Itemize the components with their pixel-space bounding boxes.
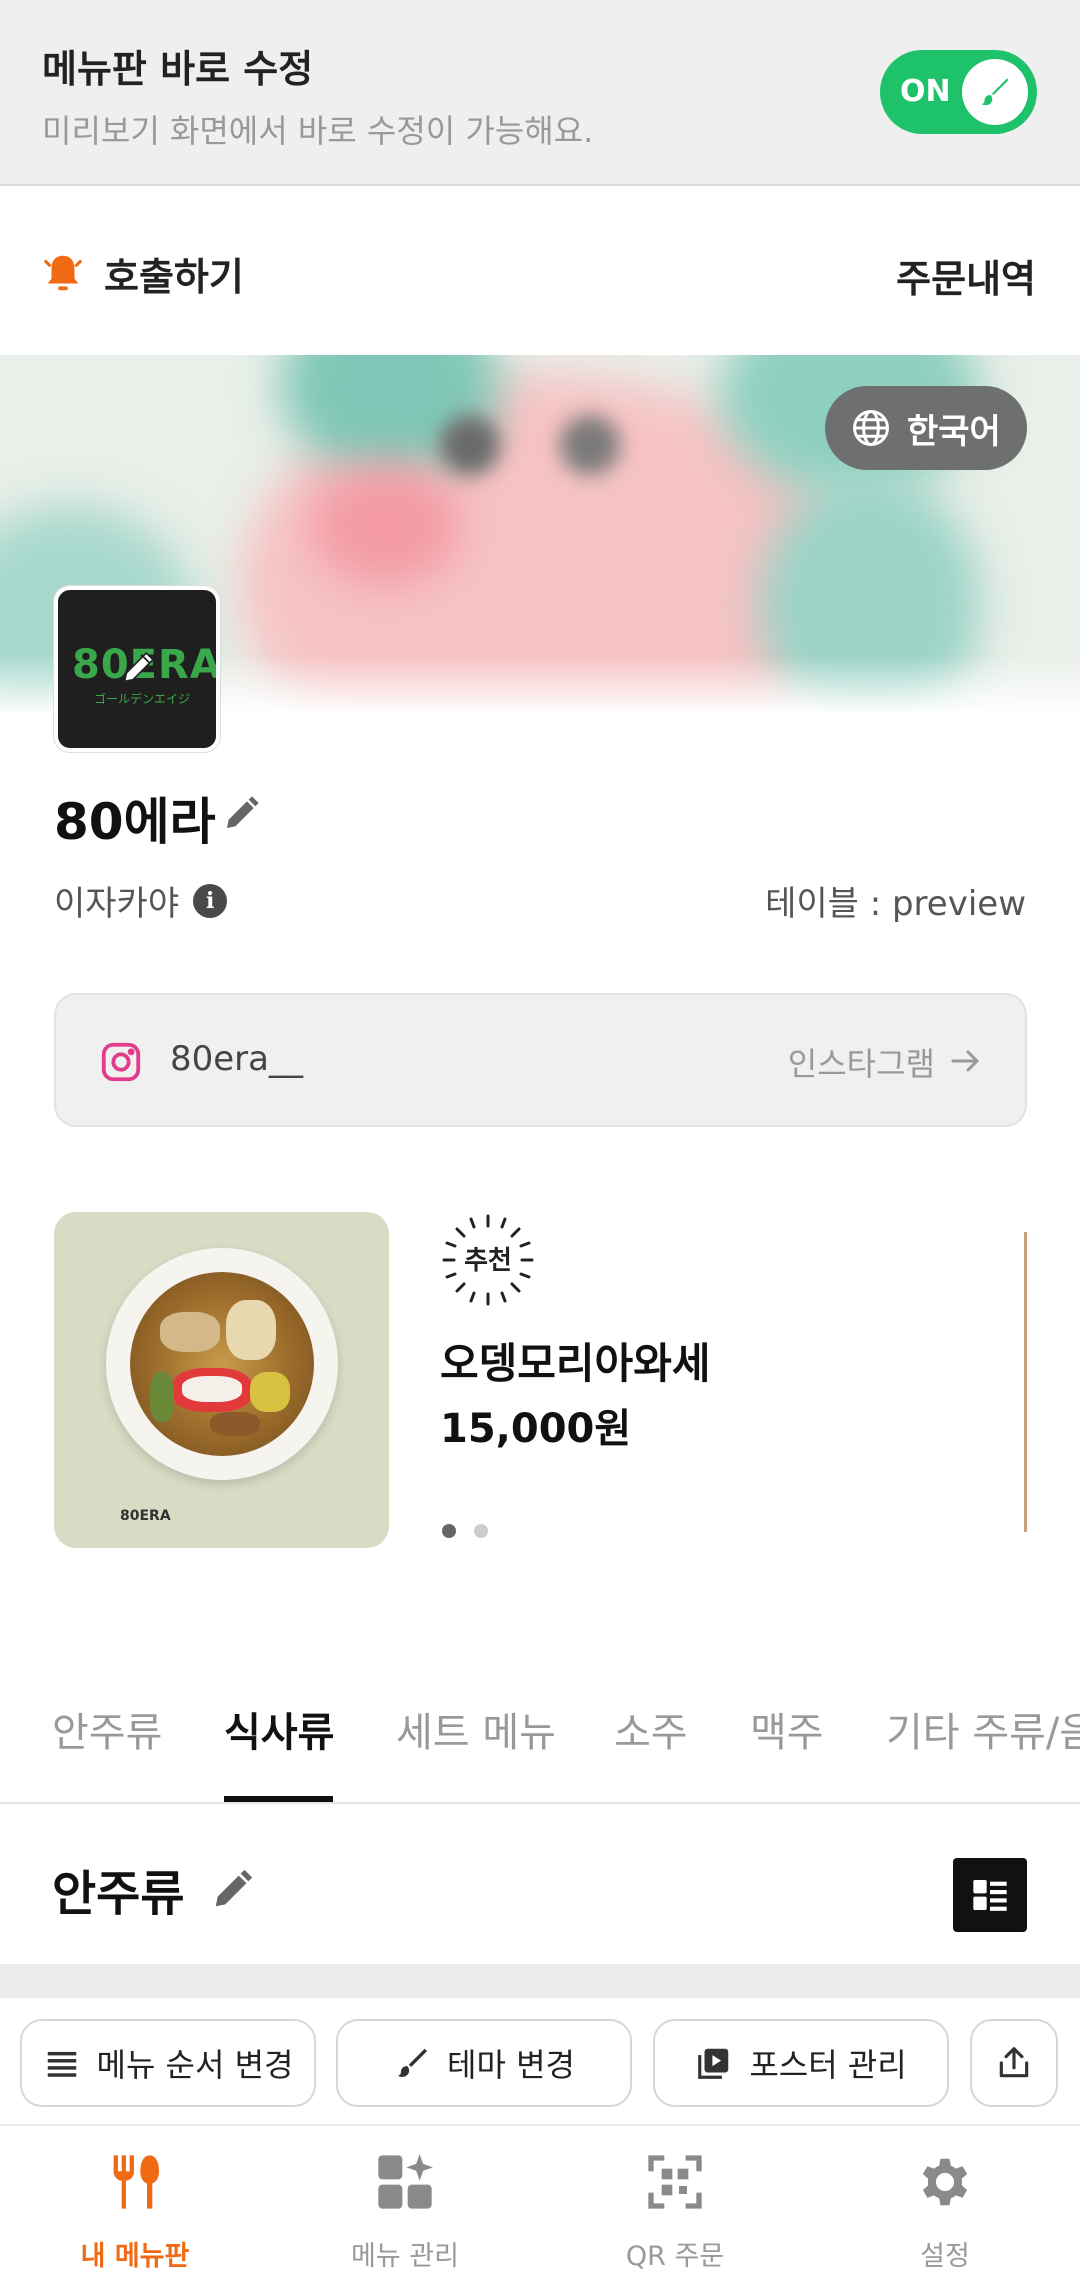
edit-mode-toggle[interactable]: ON	[880, 50, 1037, 134]
carousel-dot-active[interactable]	[442, 1524, 456, 1538]
instagram-link-label: 인스타그램	[787, 1045, 935, 1083]
store-category: 이자카야 i	[54, 876, 228, 925]
tab-appetizers[interactable]: 안주류	[52, 1700, 162, 1758]
action-bar: 메뉴 순서 변경 테마 변경 포스터 관리	[0, 1998, 1080, 2124]
reorder-menu-button[interactable]: 메뉴 순서 변경	[20, 2019, 316, 2107]
call-staff-button[interactable]: 호출하기	[40, 246, 244, 300]
edit-mode-bar: 메뉴판 바로 수정 미리보기 화면에서 바로 수정이 가능해요. ON	[0, 0, 1080, 186]
logo-subtext: ゴールデンエイジ	[94, 692, 191, 706]
bottom-navigation: 내 메뉴판 메뉴 관리 QR 주문 설정	[0, 2124, 1080, 2281]
gear-icon	[922, 2158, 968, 2206]
language-selector[interactable]: 한국어	[825, 386, 1027, 470]
edit-name-icon[interactable]	[222, 793, 262, 833]
nav-settings[interactable]: 설정	[810, 2126, 1080, 2281]
featured-image-caption: 80ERA	[120, 1508, 171, 1524]
tab-soju[interactable]: 소주	[614, 1700, 688, 1758]
qr-icon	[648, 2155, 702, 2209]
toggle-label: ON	[900, 74, 951, 109]
change-theme-label: 테마 변경	[447, 2046, 575, 2084]
nav-label: QR 주문	[625, 2241, 725, 2272]
bell-icon	[44, 255, 82, 291]
edit-mode-subtitle: 미리보기 화면에서 바로 수정이 가능해요.	[42, 112, 594, 150]
grid-sparkle-icon	[378, 2154, 433, 2209]
pencil-icon	[123, 651, 155, 683]
order-history-button[interactable]: 주문내역	[896, 248, 1036, 303]
food-bowl	[106, 1248, 338, 1480]
featured-menu-price: 15,000원	[440, 1406, 632, 1452]
poster-manage-label: 포스터 관리	[749, 2046, 907, 2084]
nav-label: 설정	[920, 2241, 970, 2272]
language-label: 한국어	[907, 411, 1001, 452]
nav-label: 메뉴 관리	[351, 2241, 459, 2272]
instagram-link[interactable]: 80era__ 인스타그램	[54, 993, 1027, 1127]
edit-mode-title: 메뉴판 바로 수정	[42, 47, 314, 91]
view-mode-button[interactable]	[953, 1858, 1027, 1932]
fork-knife-icon	[113, 2155, 159, 2209]
tab-set-menu[interactable]: 세트 메뉴	[396, 1700, 556, 1758]
toggle-knob	[962, 59, 1028, 125]
store-name: 80에라	[54, 793, 216, 851]
nav-label: 내 메뉴판	[80, 2241, 190, 2272]
poster-manage-button[interactable]: 포스터 관리	[653, 2019, 949, 2107]
section-title: 안주류	[52, 1866, 185, 1922]
tab-meals[interactable]: 식사류	[224, 1700, 334, 1758]
carousel-dot[interactable]	[474, 1524, 488, 1538]
section-divider	[0, 1964, 1080, 1998]
instagram-icon	[101, 1042, 141, 1082]
change-theme-button[interactable]: 테마 변경	[336, 2019, 632, 2107]
reorder-menu-label: 메뉴 순서 변경	[96, 2046, 294, 2084]
call-staff-label: 호출하기	[104, 254, 244, 299]
share-button[interactable]	[970, 2019, 1058, 2107]
next-featured-peek	[1024, 1232, 1027, 1532]
share-icon	[999, 2047, 1029, 2078]
nav-menu-manage[interactable]: 메뉴 관리	[270, 2126, 540, 2281]
store-logo[interactable]: 80ERA ゴールデンエイジ	[54, 586, 220, 752]
brush-icon	[397, 2048, 428, 2077]
play-square-icon	[698, 2048, 729, 2079]
edit-section-icon[interactable]	[210, 1866, 256, 1912]
active-tab-indicator	[224, 1796, 333, 1802]
list-icon	[47, 2051, 76, 2077]
arrow-right-icon	[951, 1050, 980, 1072]
nav-my-menu[interactable]: 내 메뉴판	[0, 2126, 270, 2281]
featured-menu-image[interactable]: 80ERA	[54, 1212, 389, 1548]
list-view-icon	[973, 1880, 1007, 1911]
tab-beer[interactable]: 맥주	[750, 1700, 824, 1758]
category-tabs: 안주류 식사류 세트 메뉴 소주 맥주 기타 주류/음료	[0, 1690, 1080, 1804]
header-row: 호출하기 주문내역	[0, 188, 1080, 355]
brush-icon	[981, 78, 1009, 106]
featured-menu-name[interactable]: 오뎅모리아와세	[440, 1330, 710, 1391]
instagram-handle: 80era__	[170, 1039, 303, 1079]
category-label: 이자카야	[54, 884, 180, 924]
recommend-badge-label: 추천	[464, 1246, 512, 1276]
tab-other-drinks[interactable]: 기타 주류/음료	[886, 1700, 1080, 1758]
info-icon[interactable]: i	[193, 883, 228, 918]
table-info: 테이블 : preview	[765, 884, 1026, 924]
globe-icon	[853, 410, 889, 446]
nav-qr-order[interactable]: QR 주문	[540, 2126, 810, 2281]
